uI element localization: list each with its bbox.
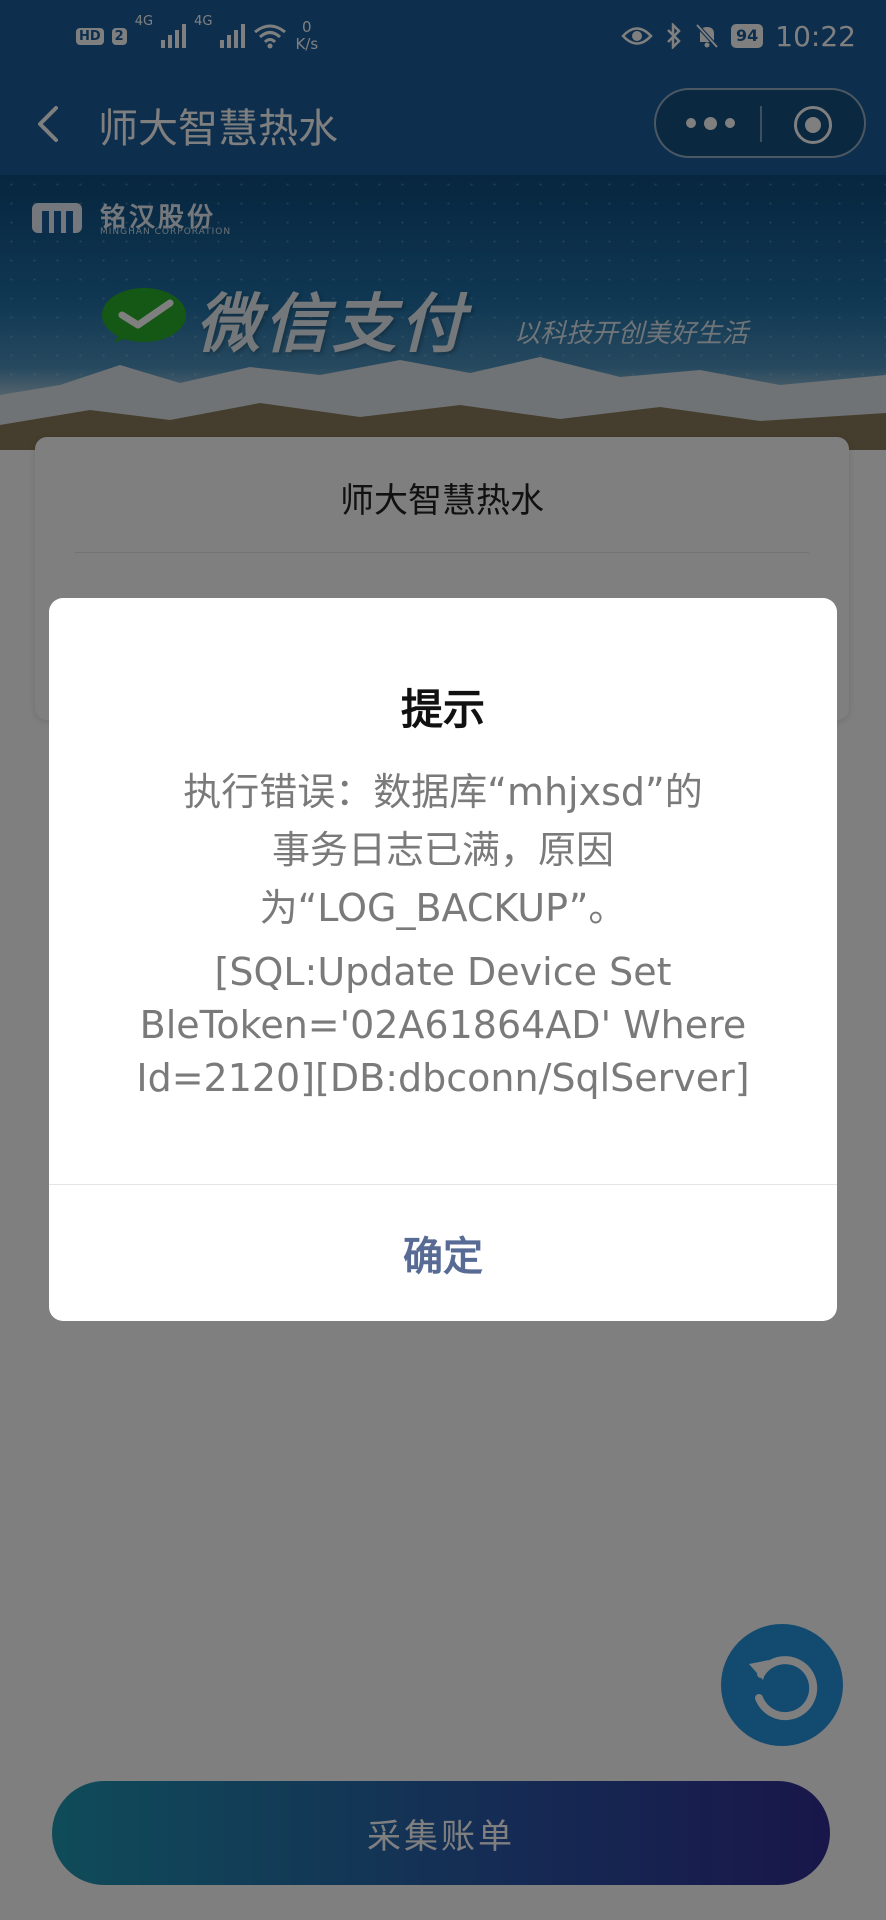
alert-dialog: 提示 执行错误：数据库“mhjxsd”的 事务日志已满，原因 为“LOG_BAC… xyxy=(49,598,837,1321)
dialog-sql-line3: Id=2120][DB:dbconn/SqlServer] xyxy=(136,1056,750,1100)
dialog-message-line2: 事务日志已满，原因 xyxy=(271,828,614,872)
dialog-message: 执行错误：数据库“mhjxsd”的 事务日志已满，原因 为“LOG_BACKUP… xyxy=(109,763,777,937)
dialog-sql-detail: [SQL:Update Device Set BleToken='02A6186… xyxy=(89,946,797,1105)
dialog-title: 提示 xyxy=(400,685,485,734)
dialog-message-line1: 执行错误：数据库“mhjxsd”的 xyxy=(183,770,703,814)
dialog-sql-line1: [SQL:Update Device Set xyxy=(214,950,672,994)
confirm-button[interactable]: 确定 xyxy=(49,1185,837,1321)
dialog-message-line3: 为“LOG_BACKUP”。 xyxy=(259,886,627,930)
dialog-sql-line2: BleToken='02A61864AD' Where xyxy=(139,1003,747,1047)
